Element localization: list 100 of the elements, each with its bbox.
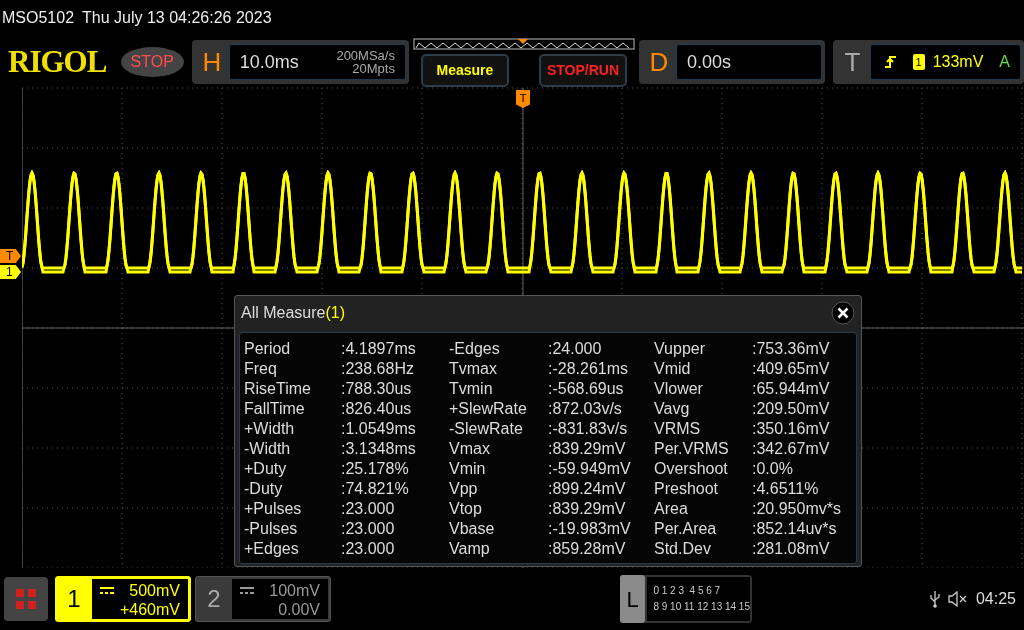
measure-value: :788.30us bbox=[341, 379, 413, 399]
horizontal-label: H bbox=[201, 45, 223, 79]
measure-name: +Edges bbox=[244, 539, 300, 559]
panel-title: All Measure bbox=[241, 304, 326, 321]
vertical-offset: +460mV bbox=[118, 600, 180, 619]
trigger-label: T bbox=[843, 45, 862, 79]
measure-name: Period bbox=[244, 339, 292, 359]
trigger-panel[interactable]: T 1 133mV A bbox=[832, 40, 1024, 84]
measure-value: :238.68Hz bbox=[341, 359, 415, 379]
measure-name: Freq bbox=[244, 359, 278, 379]
measure-name: Std.Dev bbox=[654, 539, 712, 559]
measure-name: Vmid bbox=[654, 359, 692, 379]
measure-value: :-568.69us bbox=[548, 379, 625, 399]
channel-offset-marker[interactable]: 1 bbox=[0, 265, 21, 279]
measure-name: Vpp bbox=[449, 479, 479, 499]
measure-name: -Duty bbox=[244, 479, 284, 499]
measure-name: -Width bbox=[244, 439, 292, 459]
speaker-muted-icon bbox=[947, 591, 968, 607]
dc-coupling-icon bbox=[240, 586, 254, 595]
measure-name: Preshoot bbox=[654, 479, 720, 499]
delay-label: D bbox=[648, 45, 670, 79]
measure-value: :899.24mV bbox=[548, 479, 627, 499]
date-time: Thu July 13 04:26:26 2023 bbox=[82, 8, 272, 28]
trigger-level-marker[interactable]: T bbox=[0, 249, 21, 263]
measure-value: :409.65mV bbox=[752, 359, 831, 379]
measure-name: +Width bbox=[244, 419, 296, 439]
measure-value: :753.36mV bbox=[752, 339, 831, 359]
measure-name: Area bbox=[654, 499, 689, 519]
measure-name: -Edges bbox=[449, 339, 501, 359]
measure-name: Vupper bbox=[654, 339, 706, 359]
measure-name: -Pulses bbox=[244, 519, 299, 539]
sample-rate: 200MSa/s bbox=[336, 49, 395, 62]
measure-name: Vmax bbox=[449, 439, 491, 459]
vertical-scale: 500mV bbox=[129, 581, 180, 600]
measure-name: +Duty bbox=[244, 459, 288, 479]
measure-name: Vlower bbox=[654, 379, 704, 399]
channel-panel[interactable]: 2 100mV 0.00V bbox=[195, 576, 331, 622]
digital-channels-row-text: 8 9 10 11 12 13 14 15 bbox=[653, 600, 750, 614]
logic-panel[interactable]: L 0 1 2 3 4 5 6 7 8 9 10 11 12 13 14 15 bbox=[620, 575, 752, 623]
channel-panel[interactable]: 1 500mV +460mV bbox=[55, 576, 191, 622]
measure-value: :23.000 bbox=[341, 519, 396, 539]
digital-channels-row-text: 0 1 2 3 4 5 6 7 bbox=[653, 584, 722, 598]
measure-name: Per.Area bbox=[654, 519, 718, 539]
rising-edge-icon bbox=[884, 55, 897, 69]
measure-name: Vtop bbox=[449, 499, 483, 519]
measure-value: :74.821% bbox=[341, 479, 410, 499]
logic-label: L bbox=[620, 575, 646, 623]
trigger-level: 133mV bbox=[932, 52, 984, 72]
measure-value: :65.944mV bbox=[752, 379, 831, 399]
timebase-value: 10.0ms bbox=[239, 50, 299, 74]
stop-run-button[interactable]: STOP/RUN bbox=[538, 53, 627, 87]
measure-name: Tvmax bbox=[449, 359, 498, 379]
vertical-scale: 100mV bbox=[269, 581, 320, 600]
close-icon[interactable] bbox=[831, 301, 855, 325]
measure-value: :859.28mV bbox=[548, 539, 627, 559]
trigger-mode: A bbox=[999, 52, 1010, 72]
source-count: (1) bbox=[325, 304, 346, 321]
vertical-offset: 0.00V bbox=[277, 600, 320, 619]
measure-name: +Pulses bbox=[244, 499, 303, 519]
measure-name: FallTime bbox=[244, 399, 306, 419]
channel-number: 1 bbox=[66, 584, 82, 614]
measure-value: :23.000 bbox=[341, 499, 396, 519]
usb-icon bbox=[929, 590, 940, 608]
measure-name: Vmin bbox=[449, 459, 487, 479]
measure-value: :872.03v/s bbox=[548, 399, 623, 419]
measure-value: :839.29mV bbox=[548, 439, 627, 459]
measure-name: Vavg bbox=[654, 399, 691, 419]
measure-name: Overshoot bbox=[654, 459, 729, 479]
measure-value: :25.178% bbox=[341, 459, 410, 479]
measure-value: :23.000 bbox=[341, 539, 396, 559]
dc-coupling-icon bbox=[100, 586, 114, 595]
measure-value: :852.14uv*s bbox=[752, 519, 838, 539]
channel-number: 2 bbox=[206, 584, 222, 614]
grid-menu-icon bbox=[16, 589, 36, 609]
model-name: MSO5102 bbox=[2, 8, 75, 28]
measure-value: :-19.983mV bbox=[548, 519, 632, 539]
measure-value: :839.29mV bbox=[548, 499, 627, 519]
measure-value: :-831.83v/s bbox=[548, 419, 629, 439]
delay-value: 0.00s bbox=[686, 50, 731, 74]
measure-value: :209.50mV bbox=[752, 399, 831, 419]
measure-value: :350.16mV bbox=[752, 419, 831, 439]
measure-value: :4.6511% bbox=[752, 479, 820, 499]
trigger-position-marker[interactable]: T bbox=[516, 90, 530, 108]
horizontal-panel[interactable]: H 10.0ms 200MSa/s 20Mpts bbox=[191, 40, 409, 84]
clock-time: 04:25 bbox=[975, 589, 1016, 609]
measure-value: :3.1348ms bbox=[341, 439, 417, 459]
measure-value: :281.08mV bbox=[752, 539, 831, 559]
measure-value: :0.0% bbox=[752, 459, 794, 479]
brand-logo: RIGOL bbox=[7, 42, 108, 81]
measure-name: Tvmin bbox=[449, 379, 494, 399]
measure-name: +SlewRate bbox=[449, 399, 528, 419]
measure-value: :826.40us bbox=[341, 399, 413, 419]
measure-name: Per.VRMS bbox=[654, 439, 730, 459]
measure-name: Vamp bbox=[449, 539, 491, 559]
measure-value: :4.1897ms bbox=[341, 339, 417, 359]
measure-value: :24.000 bbox=[548, 339, 603, 359]
delay-panel[interactable]: D 0.00s bbox=[638, 40, 825, 84]
measure-button[interactable]: Measure bbox=[420, 53, 509, 87]
measure-name: RiseTime bbox=[244, 379, 312, 399]
trigger-source-badge: 1 bbox=[912, 53, 925, 71]
